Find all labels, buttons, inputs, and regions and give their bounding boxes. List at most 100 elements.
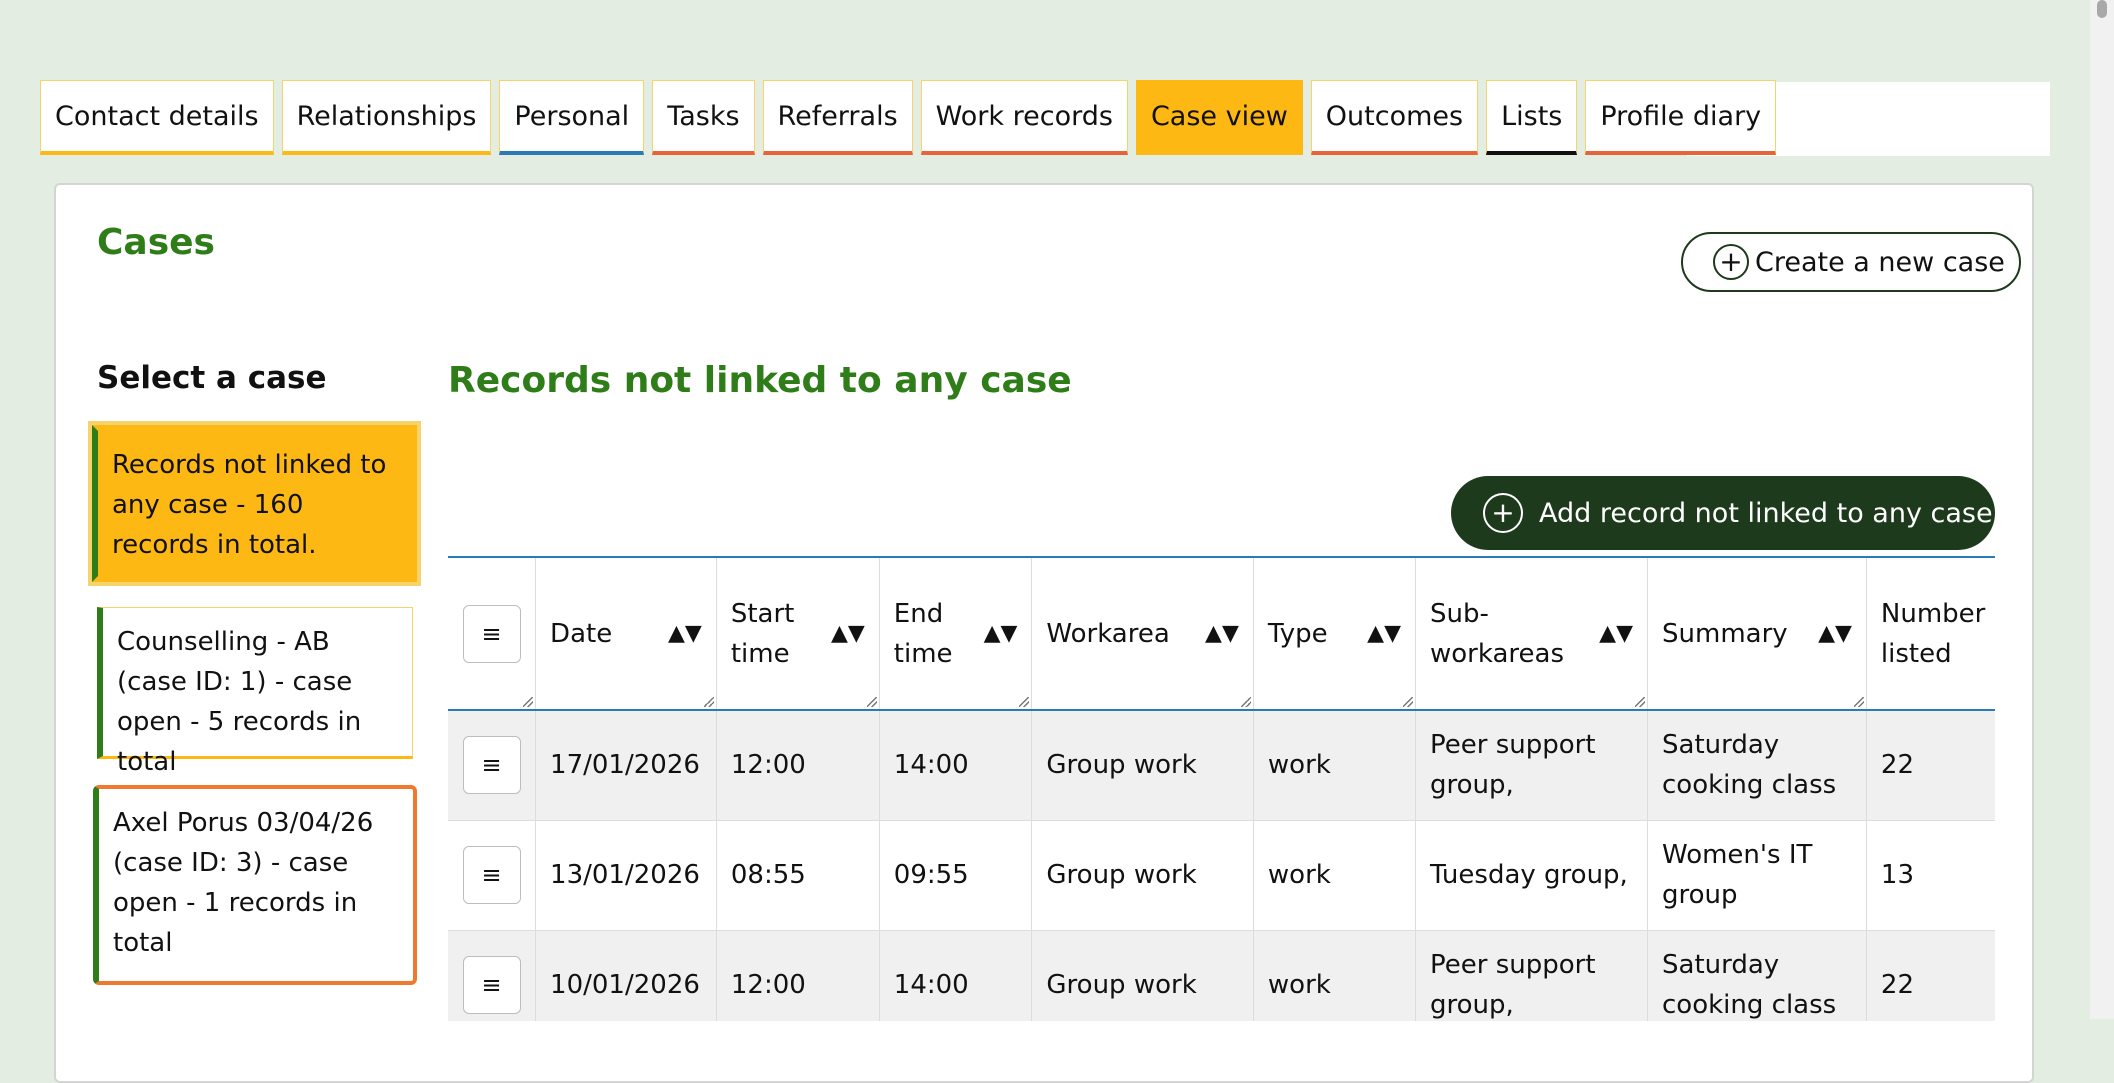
cell-number-listed: 22 <box>1866 930 1995 1021</box>
cell-workarea: Group work <box>1031 710 1254 821</box>
plus-circle-icon: + <box>1483 493 1523 533</box>
table-row[interactable]: ≡ 17/01/2026 12:00 14:00 Group work work… <box>448 710 1995 821</box>
column-header-label: End time <box>893 598 953 669</box>
tab-personal[interactable]: Personal <box>499 80 645 155</box>
sort-icon[interactable]: ▲▼ <box>1205 614 1239 654</box>
tab-referrals[interactable]: Referrals <box>762 80 913 155</box>
column-header-label: Sub-workareas <box>1430 598 1564 669</box>
cell-date: 17/01/2026 <box>535 710 717 821</box>
column-header-number-listed[interactable]: Number listed <box>1866 558 1995 711</box>
column-header-label: Start time <box>730 598 795 669</box>
cell-type: work <box>1253 710 1417 821</box>
cell-end-time: 09:55 <box>879 820 1033 931</box>
select-case-heading: Select a case <box>97 360 327 396</box>
cell-sub-workareas: Peer support group, <box>1415 710 1649 821</box>
column-header-workarea[interactable]: Workarea ▲▼ <box>1031 558 1254 711</box>
column-menu-header: ≡ <box>448 558 537 711</box>
records-table-container[interactable]: ≡ Date ▲▼ Start time ▲▼ End time ▲▼ Workare… <box>448 556 1995 1021</box>
tab-case-view[interactable]: Case view <box>1135 80 1303 155</box>
sort-icon[interactable]: ▲▼ <box>1599 614 1633 654</box>
tab-outcomes[interactable]: Outcomes <box>1310 80 1479 155</box>
column-header-date[interactable]: Date ▲▼ <box>535 558 717 711</box>
column-header-summary[interactable]: Summary ▲▼ <box>1647 558 1867 711</box>
create-new-case-button[interactable]: + Create a new case <box>1681 232 2021 292</box>
resize-handle[interactable] <box>1240 697 1251 707</box>
cell-number-listed: 22 <box>1866 710 1995 821</box>
records-heading: Records not linked to any case <box>448 360 1072 401</box>
cell-date: 13/01/2026 <box>535 820 717 931</box>
table-row[interactable]: ≡ 13/01/2026 08:55 09:55 Group work work… <box>448 820 1995 931</box>
menu-icon: ≡ <box>481 971 502 999</box>
resize-handle[interactable] <box>1019 697 1030 707</box>
column-header-label: Type <box>1267 618 1328 649</box>
resize-handle[interactable] <box>703 697 714 707</box>
cell-workarea: Group work <box>1031 820 1254 931</box>
cell-start-time: 12:00 <box>716 710 880 821</box>
resize-handle[interactable] <box>523 697 534 707</box>
cell-sub-workareas: Peer support group, <box>1415 930 1649 1021</box>
row-menu-button[interactable]: ≡ <box>462 956 521 1014</box>
sort-icon[interactable]: ▲▼ <box>831 614 865 654</box>
add-record-label: Add record not linked to any case <box>1539 497 1993 529</box>
tab-work-records[interactable]: Work records <box>920 80 1128 155</box>
column-header-label: Summary <box>1662 618 1788 649</box>
row-menu-button[interactable]: ≡ <box>462 846 521 904</box>
page-scrollbar[interactable] <box>2090 0 2114 1019</box>
create-new-case-label: Create a new case <box>1755 246 2005 278</box>
tab-bar: Contact details Relationships Personal T… <box>40 80 2050 159</box>
resize-handle[interactable] <box>1403 697 1413 707</box>
case-item-label: Counselling - AB (case ID: 1) - case ope… <box>117 627 362 777</box>
column-chooser-button[interactable]: ≡ <box>462 604 521 663</box>
row-menu-button[interactable]: ≡ <box>462 736 521 795</box>
column-header-start-time[interactable]: Start time ▲▼ <box>716 558 880 711</box>
cell-number-listed: 13 <box>1866 820 1995 931</box>
case-item-label: Records not linked to any case - 160 rec… <box>112 450 387 560</box>
sort-icon[interactable]: ▲▼ <box>1367 614 1401 654</box>
add-record-button[interactable]: + Add record not linked to any case <box>1451 476 1995 550</box>
case-item-axel-porus[interactable]: Axel Porus 03/04/26 (case ID: 3) - case … <box>93 785 417 985</box>
cell-type: work <box>1253 820 1417 931</box>
menu-icon: ≡ <box>481 619 502 648</box>
row-menu-cell: ≡ <box>448 930 537 1021</box>
cell-sub-workareas: Tuesday group, <box>1415 820 1649 931</box>
column-header-type[interactable]: Type ▲▼ <box>1253 558 1417 711</box>
case-item-label: Axel Porus 03/04/26 (case ID: 3) - case … <box>113 808 374 958</box>
resize-handle[interactable] <box>1853 697 1864 707</box>
cell-date: 10/01/2026 <box>535 930 717 1021</box>
menu-icon: ≡ <box>481 861 502 889</box>
sort-icon[interactable]: ▲▼ <box>668 614 702 654</box>
case-item-unlinked-records[interactable]: Records not linked to any case - 160 rec… <box>88 421 421 586</box>
tab-relationships[interactable]: Relationships <box>281 80 492 155</box>
cell-workarea: Group work <box>1031 930 1254 1021</box>
tab-contact-details[interactable]: Contact details <box>40 80 274 155</box>
cell-summary: Women's IT group <box>1647 820 1867 931</box>
table-header-row: ≡ Date ▲▼ Start time ▲▼ End time ▲▼ Workare… <box>448 558 1995 711</box>
sort-icon[interactable]: ▲▼ <box>984 614 1018 654</box>
resize-handle[interactable] <box>866 697 877 707</box>
tab-tasks[interactable]: Tasks <box>652 80 755 155</box>
row-menu-cell: ≡ <box>448 820 537 931</box>
column-header-label: Date <box>550 618 613 649</box>
cell-end-time: 14:00 <box>879 710 1033 821</box>
records-table: ≡ Date ▲▼ Start time ▲▼ End time ▲▼ Workare… <box>448 558 1995 1021</box>
column-header-label: Workarea <box>1046 618 1170 649</box>
table-row[interactable]: ≡ 10/01/2026 12:00 14:00 Group work work… <box>448 930 1995 1021</box>
menu-icon: ≡ <box>481 751 502 780</box>
cell-start-time: 12:00 <box>716 930 880 1021</box>
cell-start-time: 08:55 <box>716 820 880 931</box>
column-header-label: Number listed <box>1880 598 1986 669</box>
cell-end-time: 14:00 <box>879 930 1033 1021</box>
cell-summary: Saturday cooking class <box>1647 930 1867 1021</box>
cases-heading: Cases <box>97 222 215 263</box>
page-scrollbar-thumb[interactable] <box>2097 0 2107 18</box>
column-header-end-time[interactable]: End time ▲▼ <box>879 558 1033 711</box>
plus-circle-icon: + <box>1713 244 1749 280</box>
case-item-counselling[interactable]: Counselling - AB (case ID: 1) - case ope… <box>97 607 413 777</box>
row-menu-cell: ≡ <box>448 710 537 821</box>
tab-profile-diary[interactable]: Profile diary <box>1585 80 1777 155</box>
sort-icon[interactable]: ▲▼ <box>1818 614 1852 654</box>
cell-summary: Saturday cooking class <box>1647 710 1867 821</box>
resize-handle[interactable] <box>1635 697 1646 707</box>
tab-lists[interactable]: Lists <box>1486 80 1578 155</box>
column-header-sub-workareas[interactable]: Sub-workareas ▲▼ <box>1415 558 1649 711</box>
